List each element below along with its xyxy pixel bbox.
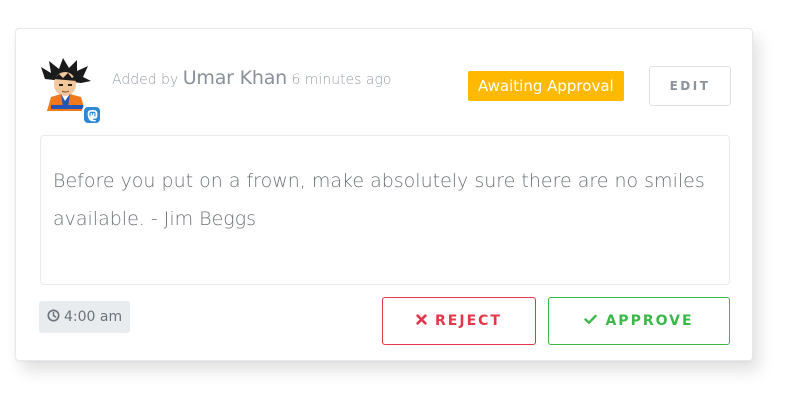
added-by-label: Added by [112, 72, 179, 88]
check-icon [584, 313, 598, 329]
reject-button[interactable]: REJECT [382, 297, 536, 345]
status-badge: Awaiting Approval [468, 71, 624, 101]
author-name[interactable]: Umar Khan [183, 67, 287, 89]
time-ago: 6 minutes ago [291, 72, 392, 88]
post-meta: Added by Umar Khan 6 minutes ago [112, 67, 391, 89]
approval-card: Added by Umar Khan 6 minutes ago Awaitin… [15, 28, 753, 361]
avatar [39, 57, 93, 111]
avatar-image [41, 58, 91, 111]
times-icon [416, 313, 427, 329]
approve-label: APPROVE [605, 313, 694, 329]
reject-label: REJECT [435, 313, 502, 329]
mastodon-icon [82, 105, 102, 125]
approve-button[interactable]: APPROVE [548, 297, 730, 345]
scheduled-time: 4:00 am [64, 309, 123, 325]
clock-icon [47, 308, 60, 326]
message-text: Before you put on a frown, make absolute… [40, 135, 730, 285]
edit-button[interactable]: EDIT [649, 66, 731, 106]
scheduled-time-badge: 4:00 am [39, 301, 131, 333]
